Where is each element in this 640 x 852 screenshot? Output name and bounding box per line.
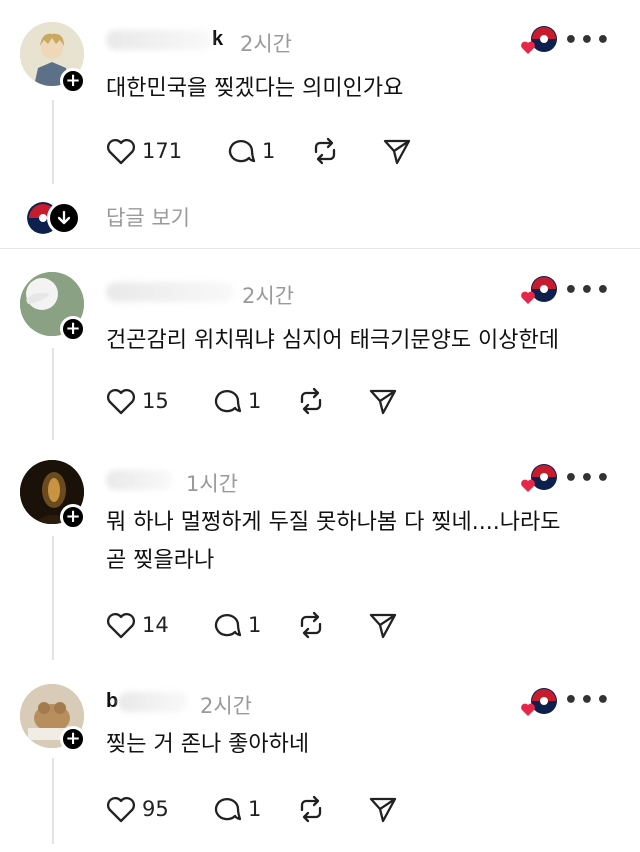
action-bar: 95 1 [106,792,398,826]
share-icon [383,139,411,165]
like-count: 14 [142,613,169,637]
username[interactable]: b [106,690,189,713]
follow-plus-icon[interactable]: + [60,68,86,94]
thread-line [52,100,54,184]
author-liked-icon [520,686,560,720]
like-button[interactable]: 95 [106,792,198,826]
like-button[interactable]: 14 [106,608,198,642]
author-liked-icon [520,274,560,308]
share-button[interactable] [382,134,412,168]
timestamp: 2시간 [200,694,253,718]
post-3: + 1시간 ••• 뭐 하나 멀쩡하게 두질 못하나봄 다 찢네....나라도 … [0,448,640,668]
post-2: + 2시간 ••• 건곤감리 위치뭐냐 심지어 태극기문양도 이상한데 15 1 [0,258,640,448]
comment-icon [228,140,256,163]
blurred-username [118,691,189,712]
username[interactable] [106,468,172,491]
share-icon [369,797,397,823]
repost-button[interactable] [296,792,326,826]
follow-plus-icon[interactable]: + [60,316,86,342]
comment-count: 1 [248,797,262,821]
post-text: 건곤감리 위치뭐냐 심지어 태극기문양도 이상한데 [106,328,560,353]
share-button[interactable] [368,608,398,642]
post-4: + b 2시간 ••• 찢는 거 존나 좋아하네 95 1 [0,670,640,852]
share-icon [369,389,397,415]
thread-line [52,348,54,440]
heart-icon [106,796,136,823]
repost-icon [300,795,322,823]
blurred-username [106,469,172,490]
blurred-username [106,281,234,302]
like-button[interactable]: 15 [106,384,198,418]
heart-icon [106,138,136,165]
username[interactable] [106,280,234,303]
comment-count: 1 [248,613,262,637]
timestamp: 2시간 [240,32,293,56]
repost-icon [314,137,336,165]
follow-plus-icon[interactable]: + [60,504,86,530]
follow-plus-icon[interactable]: + [60,726,86,752]
author-liked-icon [520,462,560,496]
comment-button[interactable]: 1 [212,384,282,418]
like-count: 95 [142,797,169,821]
like-button[interactable]: 171 [106,134,212,168]
repost-button[interactable] [310,134,340,168]
username[interactable]: k [106,28,223,51]
like-count: 15 [142,389,169,413]
repost-button[interactable] [296,384,326,418]
view-replies-row[interactable]: 답글 보기 [0,198,640,238]
comment-button[interactable]: 1 [212,792,282,826]
author-liked-icon [520,24,560,58]
heart-icon [106,388,136,415]
more-icon[interactable]: ••• [564,688,612,713]
thread-line [52,536,54,660]
comment-icon [214,390,242,413]
more-icon[interactable]: ••• [564,28,612,53]
thread-line [52,758,54,844]
like-count: 171 [142,139,183,163]
repost-icon [300,387,322,415]
post-text: 뭐 하나 멀쩡하게 두질 못하나봄 다 찢네....나라도 곧 찢을라나 [106,510,561,573]
heart-icon [106,612,136,639]
more-icon[interactable]: ••• [564,466,612,491]
post-text: 찢는 거 존나 좋아하네 [106,732,310,757]
divider [0,248,640,249]
post-text: 대한민국을 찢겠다는 의미인가요 [106,76,404,101]
repost-icon [300,611,322,639]
comment-count: 1 [248,389,262,413]
share-button[interactable] [368,384,398,418]
timestamp: 1시간 [186,472,239,496]
comment-button[interactable]: 1 [212,608,282,642]
timestamp: 2시간 [242,284,295,308]
post-1: + k 2시간 ••• 대한민국을 찢겠다는 의미인가요 171 1 답글 보기 [0,0,640,248]
view-replies-label[interactable]: 답글 보기 [106,202,190,232]
comment-icon [214,614,242,637]
share-icon [369,613,397,639]
comment-icon [214,798,242,821]
action-bar: 14 1 [106,608,398,642]
share-button[interactable] [368,792,398,826]
action-bar: 171 1 [106,134,412,168]
expand-down-icon[interactable] [47,201,81,235]
comment-count: 1 [262,139,276,163]
action-bar: 15 1 [106,384,398,418]
blurred-username [106,29,212,50]
comment-button[interactable]: 1 [226,134,296,168]
repost-button[interactable] [296,608,326,642]
more-icon[interactable]: ••• [564,278,612,303]
